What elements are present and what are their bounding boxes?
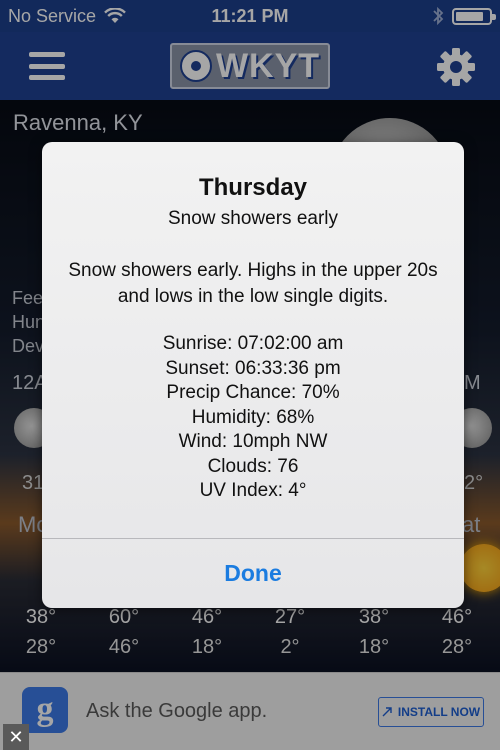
ad-close-button[interactable]: ✕	[3, 724, 29, 750]
wind-detail: Wind: 10mph NW	[178, 431, 328, 452]
forecast-description: Snow showers early. Highs in the upper 2…	[68, 260, 438, 307]
dialog-title: Thursday	[198, 174, 308, 201]
forecast-detail-dialog: Thursday Snow showers early Snow showers…	[42, 142, 464, 608]
sunset-detail: Sunset: 06:33:36 pm	[165, 357, 341, 379]
uv-index-detail: UV Index: 4°	[199, 480, 307, 501]
forecast-details: Sunrise: 07:02:00 am Sunset: 06:33:36 pm…	[42, 332, 464, 504]
dialog-subtitle: Snow showers early	[167, 208, 339, 229]
clouds-detail: Clouds: 76	[207, 455, 299, 477]
sunrise-detail: Sunrise: 07:02:00 am	[162, 333, 344, 354]
precip-chance-detail: Precip Chance: 70%	[166, 382, 340, 403]
humidity-detail: Humidity: 68%	[191, 406, 315, 428]
done-button[interactable]: Done	[42, 539, 464, 608]
